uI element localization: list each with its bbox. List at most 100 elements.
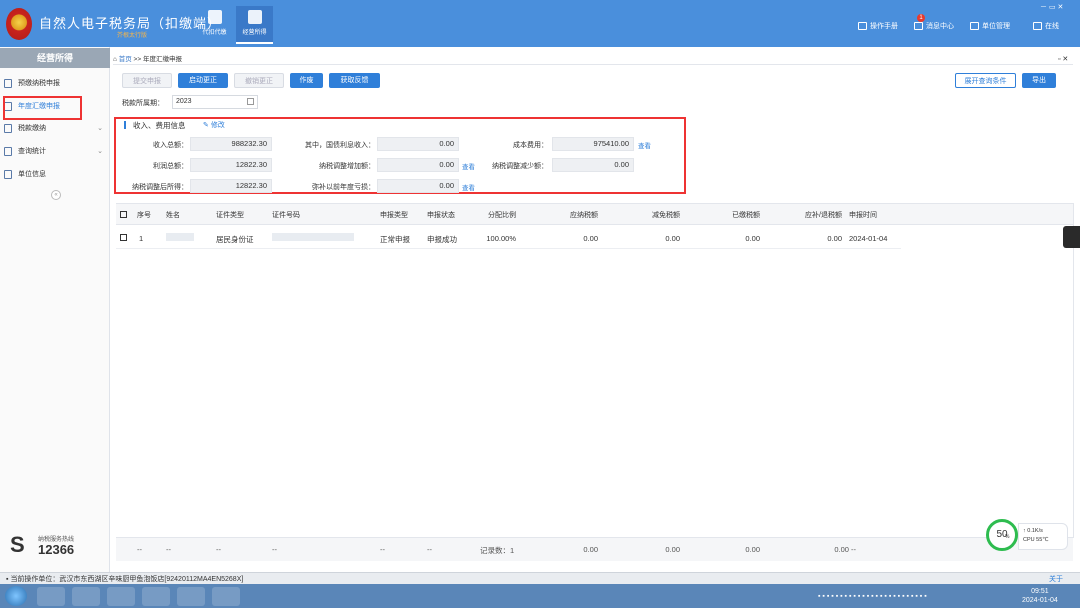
online-status[interactable]: 在线 [1033, 21, 1059, 31]
cost-label: 成本费用： [513, 142, 548, 149]
table-scroll-track[interactable] [1073, 203, 1074, 538]
taskbar-app-icon[interactable] [107, 587, 135, 606]
messages-link[interactable]: 消息中心 [914, 21, 954, 31]
topnav-jingying-label: 经营所得 [242, 30, 267, 36]
collapse-sidebar-button[interactable]: « [51, 190, 61, 200]
col-tax-refund: 应补/退税额 [805, 212, 842, 219]
hotline-icon: S [10, 532, 25, 557]
topnav-jingying[interactable]: 经营所得 [236, 6, 273, 44]
foot-id-type: -- [216, 545, 221, 554]
sidebar-item-label: 单位信息 [18, 171, 46, 178]
breadcrumb-home[interactable]: 首页 [119, 56, 132, 63]
col-tax-relief: 减免税额 [652, 212, 680, 219]
calendar-icon[interactable] [247, 98, 254, 105]
row-checkbox[interactable] [120, 234, 127, 241]
loss-view-link[interactable]: 查看 [462, 182, 475, 192]
bond-interest-label: 其中，国债利息收入： [305, 142, 375, 149]
sidebar-item-prepay[interactable]: 预缴纳税申报 [4, 74, 108, 92]
adj-inc-view-link[interactable]: 查看 [462, 161, 475, 171]
cell-seq: 1 [139, 234, 144, 243]
window-controls[interactable]: － ▭ ✕ [1040, 2, 1063, 12]
expand-query-button[interactable]: 展开查询条件 [955, 73, 1016, 88]
online-icon [1033, 22, 1042, 30]
cell-tax-due: 0.00 [583, 234, 598, 243]
taskbar-folder-icon[interactable] [72, 587, 100, 606]
cell-ratio: 100.00% [486, 234, 516, 243]
messages-label: 消息中心 [926, 23, 954, 30]
adjusted-label: 纳税调整后所得： [132, 184, 188, 191]
select-all-checkbox[interactable] [120, 211, 127, 218]
online-label: 在线 [1045, 23, 1059, 30]
record-count: 记录数：1 [480, 546, 515, 555]
manual-link[interactable]: 操作手册 [858, 21, 898, 31]
foot-name: -- [166, 545, 171, 554]
cell-name-redacted [166, 233, 194, 241]
feedback-button[interactable]: 获取反馈 [329, 73, 380, 88]
export-button[interactable]: 导出 [1022, 73, 1056, 88]
panel-controls[interactable]: ▫ ✕ [1058, 55, 1068, 63]
edit-icon: ✎ [203, 122, 211, 129]
start-correct-button[interactable]: 启动更正 [178, 73, 228, 88]
cell-id-redacted [272, 233, 354, 241]
bond-interest-field: 0.00 [377, 137, 459, 151]
current-unit-text: 当前操作单位：武汉市东西湖区辛味厨甲鱼泡饭店[92420112MA4EN5268… [10, 576, 244, 583]
foot-tax-refund: 0.00 -- [834, 545, 856, 554]
col-ratio: 分配比例 [488, 212, 516, 219]
start-button[interactable] [5, 586, 27, 606]
edit-link[interactable]: ✎ 修改 [203, 120, 225, 130]
void-button[interactable]: 作废 [290, 73, 323, 88]
cell-tax-refund: 0.00 [827, 234, 842, 243]
period-input[interactable]: 2023 [172, 95, 258, 109]
foot-seq: -- [137, 545, 142, 554]
income-section-title: 收入、费用信息 [133, 121, 186, 130]
taskbar-tax-icon[interactable] [142, 587, 170, 606]
taskbar-wps-icon[interactable] [177, 587, 205, 606]
topnav-daikou[interactable]: 代扣代缴 [196, 6, 233, 44]
breadcrumb-current: 年度汇缴申报 [142, 56, 182, 63]
cost-view-link[interactable]: 查看 [638, 140, 651, 150]
breadcrumb: ⌂ 首页 >> 年度汇缴申报 [113, 53, 182, 63]
period-label: 税款所属期： [122, 100, 164, 107]
payment-icon [4, 123, 12, 133]
cpu-temp: CPU 55℃ [1023, 537, 1049, 543]
edit-label: 修改 [210, 122, 225, 129]
submit-button[interactable]: 提交申报 [122, 73, 172, 88]
unit-info-icon [4, 169, 12, 179]
cell-id-type: 居民身份证 [216, 235, 254, 244]
manual-label: 操作手册 [870, 23, 898, 30]
cell-tax-relief: 0.00 [665, 234, 680, 243]
adj-dec-field: 0.00 [552, 158, 634, 172]
col-seq: 序号 [137, 212, 151, 219]
taskbar-ie-icon[interactable] [37, 587, 65, 606]
chevron-down-icon: ⌄ [97, 148, 103, 155]
foot-decl-status: -- [427, 545, 432, 554]
section-marker [124, 121, 126, 129]
taskbar-paint-icon[interactable] [212, 587, 240, 606]
adj-inc-label: 纳税调整增加额： [319, 163, 375, 170]
about-link[interactable]: 关于 [1049, 574, 1063, 584]
tax-emblem-icon [6, 8, 32, 40]
topnav-daikou-label: 代扣代缴 [202, 30, 227, 36]
current-unit: ▪ 当前操作单位：武汉市东西湖区辛味厨甲鱼泡饭店[92420112MA4EN52… [6, 574, 243, 584]
foot-tax-due: 0.00 [583, 545, 598, 554]
net-speed: ↑ 0.1K/s [1023, 528, 1043, 534]
unit-mgmt-link[interactable]: 单位管理 [970, 21, 1010, 31]
foot-tax-relief: 0.00 [665, 545, 680, 554]
foot-id-number: -- [272, 545, 277, 554]
net-monitor: ↑ 0.1K/s CPU 55℃ [1018, 523, 1068, 550]
float-tool-icon[interactable] [1063, 226, 1080, 248]
col-decl-type: 申报类型 [380, 212, 408, 219]
business-income-icon [247, 10, 262, 24]
cancel-correct-button[interactable]: 撤销更正 [234, 73, 284, 88]
system-tray-icons[interactable]: ▪ ▪ ▪ ▪ ▪ ▪ ▪ ▪ ▪ ▪ ▪ ▪ ▪ ▪ ▪ ▪ ▪ ▪ ▪ ▪ … [818, 593, 927, 600]
sidebar-item-query[interactable]: 查询统计 ⌄ [4, 142, 108, 160]
sidebar-item-unit[interactable]: 单位信息 [4, 165, 108, 183]
col-tax-paid: 已缴税额 [732, 212, 760, 219]
col-name: 姓名 [166, 212, 180, 219]
taskbar-clock[interactable]: 09:51 2024-01-04 [1022, 587, 1058, 605]
cpu-gauge[interactable]: 50 [986, 519, 1018, 551]
col-id-type: 证件类型 [216, 212, 244, 219]
cpu-percent-sign: % [1005, 534, 1010, 540]
sidebar-item-payment[interactable]: 税款缴纳 ⌄ [4, 119, 108, 137]
sidebar-item-label: 查询统计 [18, 148, 46, 155]
